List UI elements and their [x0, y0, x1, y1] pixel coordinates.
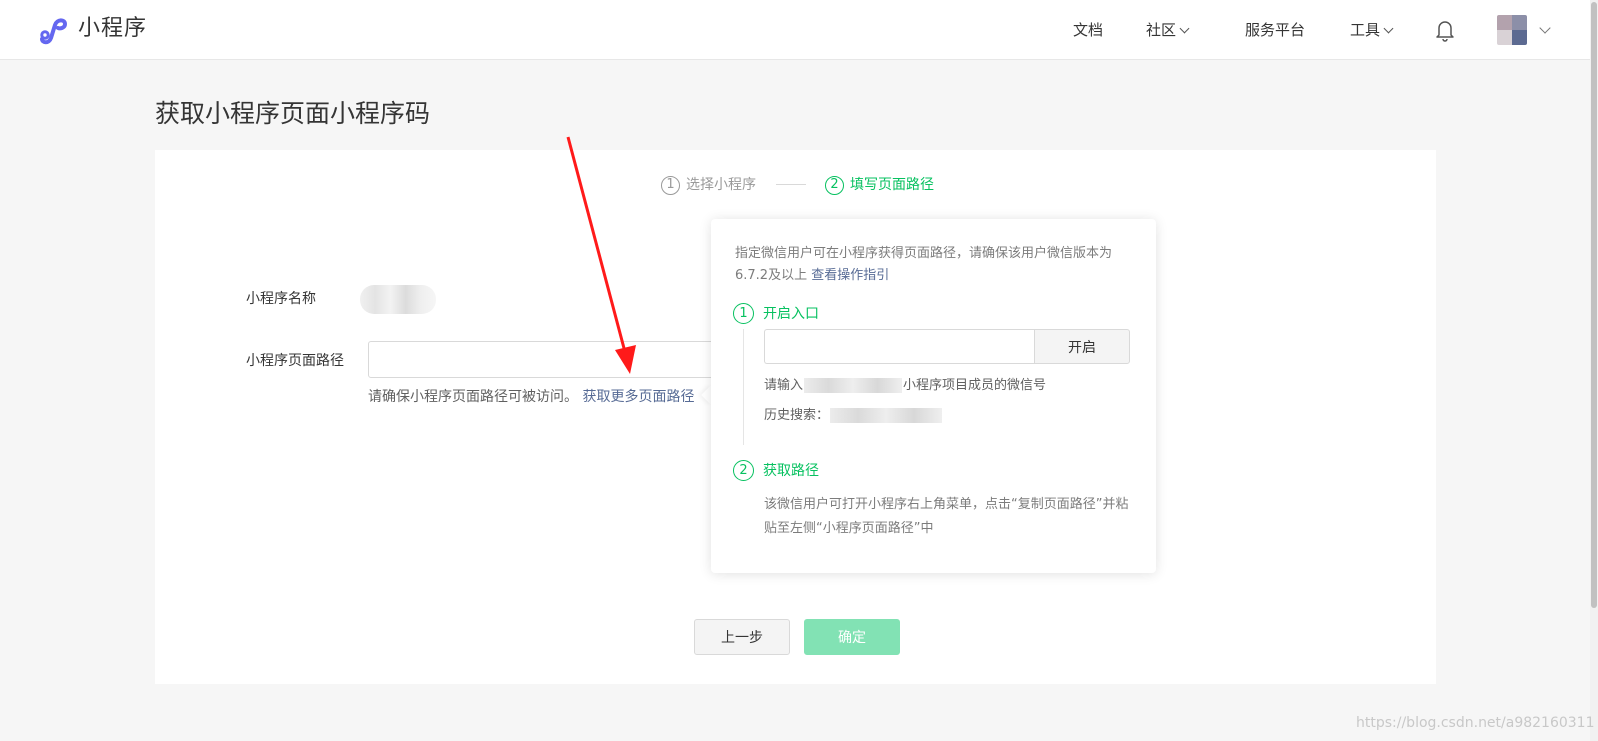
page-path-input[interactable] [368, 341, 768, 378]
search-history: 历史搜索： [764, 406, 943, 426]
history-item-redacted[interactable] [830, 408, 943, 423]
brand-name[interactable]: 小程序 [78, 14, 147, 44]
page-path-hint: 请确保小程序页面路径可被访问。 获取更多页面路径 [368, 387, 694, 407]
popover-step-title: 开启入口 [763, 305, 819, 322]
previous-step-button[interactable]: 上一步 [694, 619, 790, 655]
nav-community-label: 社区 [1146, 21, 1177, 39]
nav-tools-label: 工具 [1350, 21, 1381, 39]
step-number: 2 [825, 175, 844, 195]
step-label: 选择小程序 [686, 177, 756, 193]
mini-program-name-redacted [804, 378, 903, 393]
step-fill-page-path: 2 填写页面路径 [825, 175, 934, 195]
step-number: 2 [733, 460, 754, 481]
member-wechat-hint: 请输入 小程序项目成员的微信号 [764, 376, 1046, 396]
page-title: 获取小程序页面小程序码 [155, 99, 431, 128]
mini-program-name-label: 小程序名称 [246, 291, 316, 307]
history-label: 历史搜索： [764, 408, 830, 423]
nav-tools[interactable]: 工具 [1350, 20, 1394, 40]
popover-description: 指定微信用户可在小程序获得页面路径，请确保该用户微信版本为6.7.2及以上 查看… [735, 243, 1135, 287]
top-navigation-bar: 小程序 文档 社区 服务平台 工具 [0, 0, 1598, 60]
nav-community[interactable]: 社区 [1146, 20, 1190, 40]
nav-docs[interactable]: 文档 [1073, 20, 1103, 40]
chevron-down-icon [1179, 23, 1190, 34]
bell-icon[interactable] [1434, 18, 1456, 42]
page-path-label: 小程序页面路径 [246, 353, 344, 369]
page-path-hint-text: 请确保小程序页面路径可被访问。 [368, 389, 578, 405]
nav-service-platform[interactable]: 服务平台 [1245, 20, 1305, 40]
step-select-mini-program: 1 选择小程序 [661, 175, 756, 195]
chevron-down-icon [1383, 23, 1394, 34]
scrollbar[interactable] [1590, 0, 1598, 741]
watermark: https://blog.csdn.net/a982160311 [1356, 715, 1595, 731]
mini-program-name-value-redacted [360, 285, 436, 314]
step-divider [776, 184, 806, 185]
mini-program-logo-icon[interactable] [38, 14, 70, 46]
chevron-down-icon[interactable] [1539, 22, 1551, 34]
popover-step-title: 获取路径 [763, 462, 819, 479]
wechat-id-input[interactable] [764, 329, 1034, 364]
scrollbar-thumb[interactable] [1591, 2, 1597, 608]
popover-step-open-entry: 1 开启入口 [733, 303, 819, 324]
step-number: 1 [733, 303, 754, 324]
open-entry-button[interactable]: 开启 [1034, 329, 1130, 364]
step-label: 填写页面路径 [850, 177, 934, 193]
get-path-popover: 指定微信用户可在小程序获得页面路径，请确保该用户微信版本为6.7.2及以上 查看… [711, 219, 1156, 573]
member-hint-suffix: 小程序项目成员的微信号 [903, 378, 1047, 393]
popover-description-text: 指定微信用户可在小程序获得页面路径，请确保该用户微信版本为6.7.2及以上 [735, 246, 1113, 283]
member-hint-prefix: 请输入 [764, 378, 804, 393]
view-guide-link[interactable]: 查看操作指引 [811, 268, 889, 283]
get-more-paths-link[interactable]: 获取更多页面路径 [582, 389, 694, 405]
confirm-button[interactable]: 确定 [804, 619, 900, 655]
avatar[interactable] [1497, 15, 1527, 45]
get-path-instructions: 该微信用户可打开小程序右上角菜单，点击“复制页面路径”并粘贴至左侧“小程序页面路… [764, 497, 1129, 536]
popover-step-get-path: 2 获取路径 [733, 460, 819, 481]
step-number: 1 [661, 175, 680, 195]
popover-step-connector [743, 329, 744, 445]
